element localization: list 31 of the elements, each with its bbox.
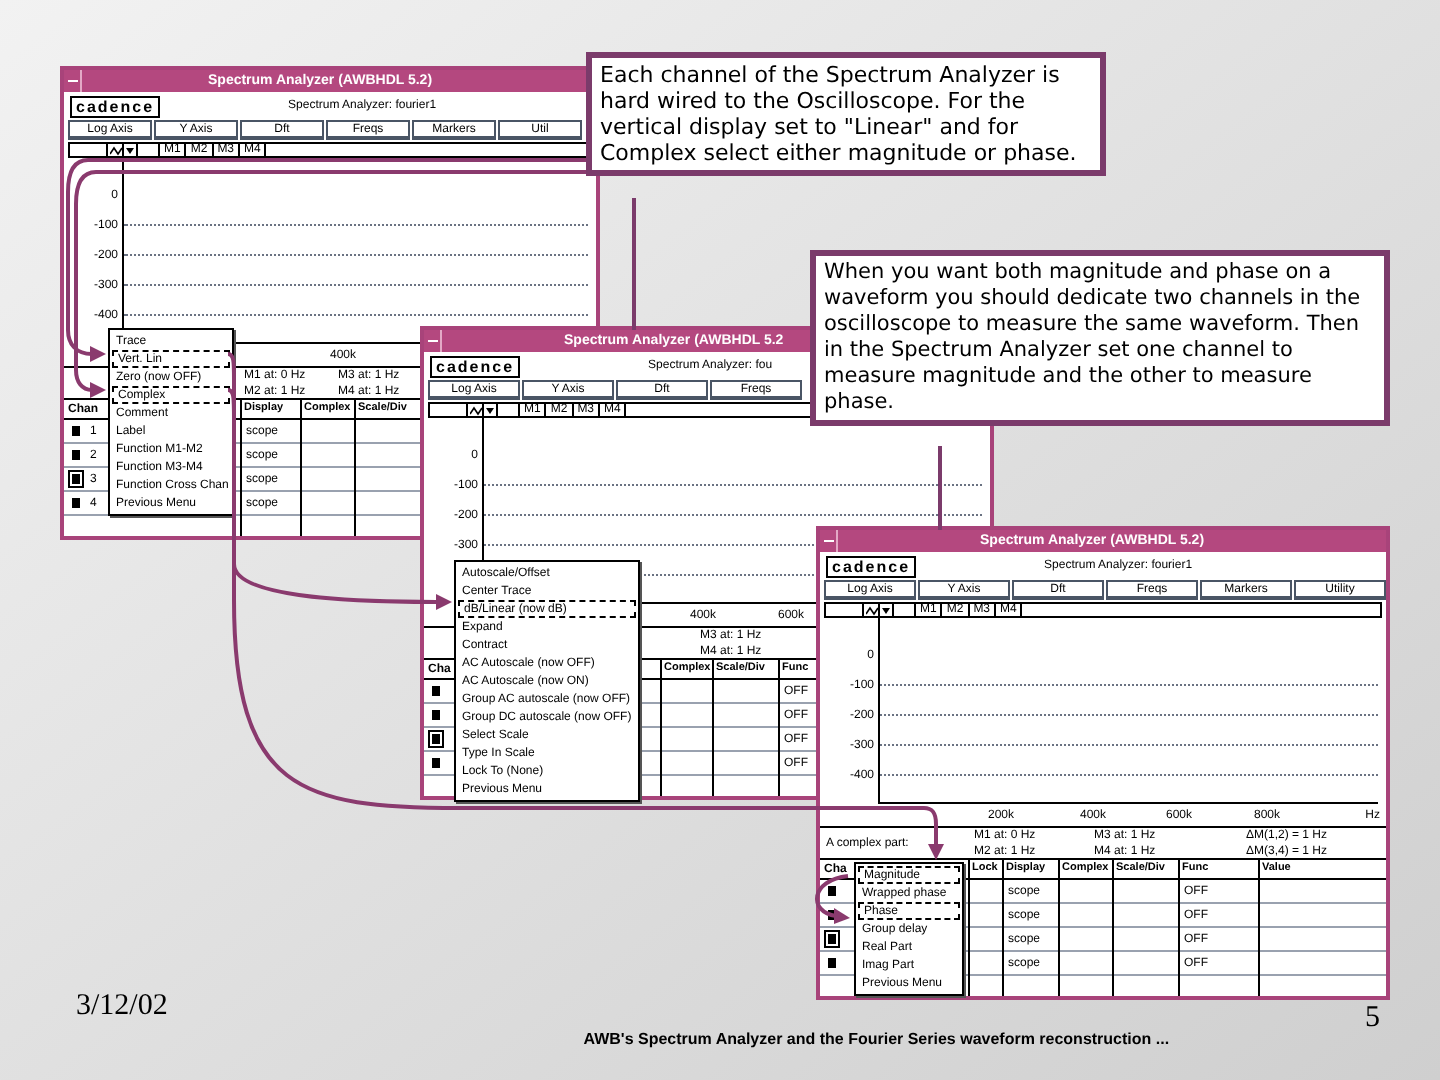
callout-note: When you want both magnitude and phase on a waveform you should dedicate two channels in the oscilloscope to measure the same waveform. Then in the Spectrum Analyzer set one channel to measure magnitude and the other to measure phase. xyxy=(810,250,1390,426)
channel-swatch[interactable] xyxy=(68,422,84,440)
callout-note: Each channel of the Spectrum Analyzer is hard wired to the Oscilloscope. For the vertical display set to "Linear" and for Complex select either magnitude or phase. xyxy=(586,52,1106,176)
window-menu-icon[interactable] xyxy=(424,330,442,352)
channel-swatch[interactable] xyxy=(824,930,840,948)
slide-caption: AWB's Spectrum Analyzer and the Fourier Series waveform reconstruction ... xyxy=(583,1028,1170,1052)
channel-swatch[interactable] xyxy=(68,470,84,488)
logo: cadence xyxy=(430,355,521,377)
slide-number: 5 xyxy=(1365,999,1380,1037)
channel-swatch[interactable] xyxy=(428,754,444,772)
window-menu-icon[interactable] xyxy=(820,530,838,552)
pointer-arrow xyxy=(815,874,850,924)
leader-line xyxy=(938,446,942,530)
logo: cadence xyxy=(70,95,161,117)
channel-swatch[interactable] xyxy=(428,706,444,724)
dropdown-icon[interactable] xyxy=(878,604,894,616)
channel-swatch[interactable] xyxy=(428,682,444,700)
waveform-icon[interactable] xyxy=(466,404,482,416)
channel-swatch[interactable] xyxy=(428,730,444,748)
channel-swatch[interactable] xyxy=(68,494,84,512)
waveform-icon[interactable] xyxy=(106,144,122,156)
channel-swatch[interactable] xyxy=(824,882,840,900)
leader-line xyxy=(632,198,636,330)
dropdown-icon[interactable] xyxy=(482,404,498,416)
waveform-icon[interactable] xyxy=(862,604,878,616)
channel-swatch[interactable] xyxy=(68,446,84,464)
slide-date: 3/12/02 xyxy=(76,987,168,1025)
window-menu-icon[interactable] xyxy=(64,70,82,92)
logo: cadence xyxy=(826,555,917,577)
channel-swatch[interactable] xyxy=(824,954,840,972)
dropdown-icon[interactable] xyxy=(122,144,138,156)
